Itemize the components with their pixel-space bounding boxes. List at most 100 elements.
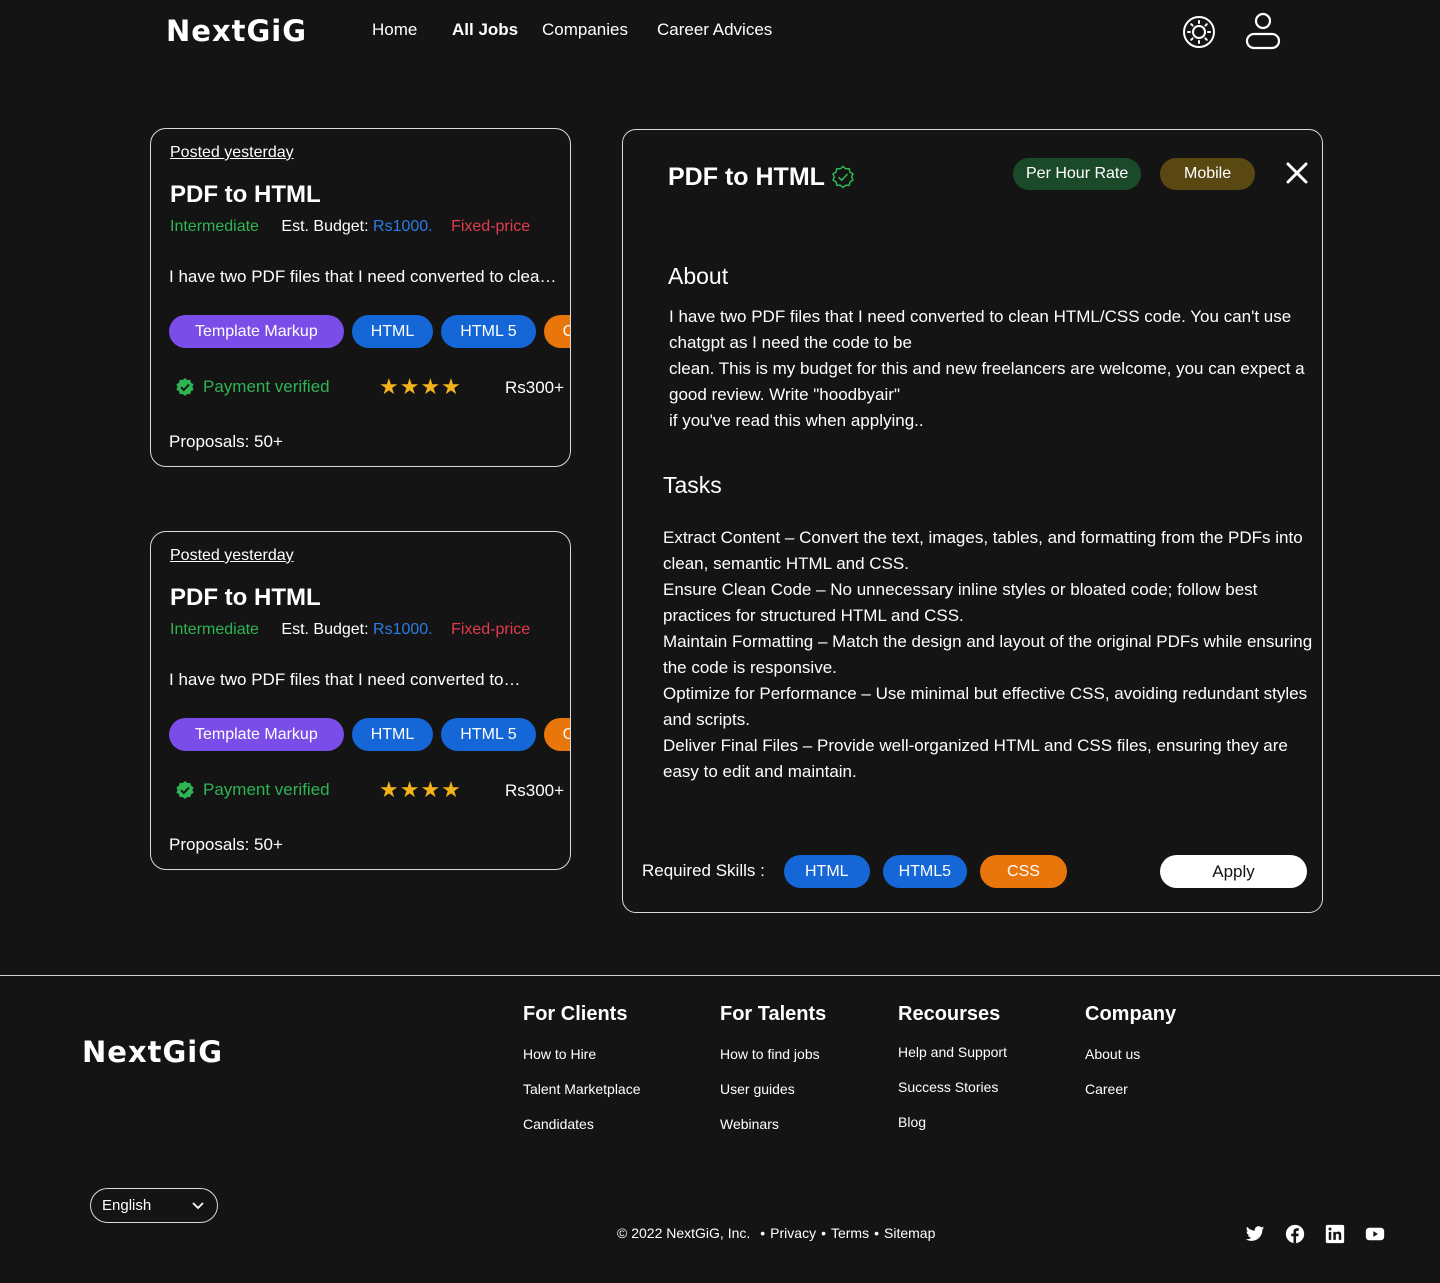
price-type: Fixed-price — [451, 218, 531, 235]
sun-icon[interactable] — [1179, 12, 1219, 52]
job-title[interactable]: PDF to HTML — [170, 584, 321, 612]
footer-link[interactable]: Webinars — [720, 1116, 826, 1132]
job-title[interactable]: PDF to HTML — [170, 181, 321, 209]
tag-template-markup[interactable]: Template Markup — [169, 718, 344, 751]
task-item: Extract Content – Convert the text, imag… — [663, 528, 1303, 573]
experience-level: Intermediate — [170, 218, 259, 235]
about-text: I have two PDF files that I need convert… — [669, 304, 1309, 434]
sitemap-link[interactable]: Sitemap — [884, 1225, 935, 1241]
task-item: Deliver Final Files – Provide well-organ… — [663, 736, 1288, 781]
proposals-count: Proposals: 50+ — [169, 835, 283, 854]
tag-css[interactable]: CSS — [543, 315, 570, 348]
about-heading: About — [668, 263, 729, 289]
footer-link[interactable]: About us — [1085, 1046, 1176, 1062]
tag-html5[interactable]: HTML 5 — [441, 315, 536, 348]
job-meta: Intermediate Est. Budget: Rs1000. Fixed-… — [170, 218, 530, 236]
footer-heading: Recourses — [898, 1003, 1001, 1025]
youtube-icon[interactable] — [1365, 1224, 1385, 1244]
tasks-heading: Tasks — [663, 472, 722, 498]
footer-link[interactable]: How to Hire — [523, 1046, 641, 1062]
privacy-link[interactable]: Privacy — [770, 1225, 816, 1241]
verified-badge-icon — [176, 378, 194, 396]
posted-date: Posted yesterday — [170, 547, 294, 564]
nav-companies[interactable]: Companies — [542, 20, 628, 40]
payment-verified-label: Payment verified — [203, 377, 330, 396]
footer-col-company: Company About us Career — [1085, 1003, 1176, 1116]
nav-all-jobs[interactable]: All Jobs — [452, 20, 518, 40]
tasks-list: Extract Content – Convert the text, imag… — [663, 525, 1313, 785]
skill-tags: Template MarkupHTMLHTML 5 CSS — [169, 718, 570, 751]
user-icon[interactable] — [1243, 10, 1283, 52]
footer-link[interactable]: Career — [1085, 1081, 1176, 1097]
payment-verified: Payment verified — [175, 377, 330, 397]
budget-value: Rs1000. — [373, 621, 433, 638]
language-select[interactable]: English — [90, 1188, 218, 1223]
footer-link[interactable]: How to find jobs — [720, 1046, 826, 1062]
footer-heading: For Clients — [523, 1003, 628, 1025]
footer-logo[interactable]: NextGiG — [82, 1035, 223, 1069]
twitter-icon[interactable] — [1245, 1224, 1265, 1244]
tag-html[interactable]: HTML — [351, 718, 434, 751]
detail-title: PDF to HTML — [668, 163, 825, 191]
nav-home[interactable]: Home — [372, 20, 417, 40]
footer-divider — [0, 975, 1440, 976]
job-description: I have two PDF files that I need convert… — [169, 670, 521, 689]
footer-link[interactable]: Blog — [898, 1114, 1007, 1130]
footer-link[interactable]: Success Stories — [898, 1079, 1007, 1095]
per-hour-rate-pill[interactable]: Per Hour Rate — [1013, 158, 1142, 190]
tag-html5[interactable]: HTML 5 — [441, 718, 536, 751]
separator: • — [874, 1225, 880, 1241]
nav-career-advices[interactable]: Career Advices — [657, 20, 772, 40]
separator: • — [760, 1225, 766, 1241]
skill-html5[interactable]: HTML5 — [882, 855, 968, 888]
about-line: I have two PDF files that I need convert… — [669, 307, 1292, 352]
proposals-count: Proposals: 50+ — [169, 432, 283, 451]
chevron-down-icon — [192, 1201, 204, 1209]
footer-link[interactable]: Help and Support — [898, 1044, 1007, 1060]
close-icon[interactable] — [1284, 160, 1310, 186]
verified-badge-icon — [176, 781, 194, 799]
copyright-text: © 2022 NextGiG, Inc. — [617, 1225, 751, 1241]
rating-stars: ★★★★ — [379, 374, 462, 399]
skill-html[interactable]: HTML — [784, 855, 870, 888]
footer-link[interactable]: Candidates — [523, 1116, 641, 1132]
job-card[interactable]: Posted yesterday PDF to HTML Intermediat… — [150, 128, 571, 467]
footer-heading: For Talents — [720, 1003, 827, 1025]
facebook-icon[interactable] — [1285, 1224, 1305, 1244]
about-line: if you've read this when applying.. — [669, 411, 924, 430]
required-skills: HTML HTML5 CSS — [784, 855, 1080, 888]
footer-link[interactable]: User guides — [720, 1081, 826, 1097]
rating-stars: ★★★★ — [379, 777, 462, 802]
spent-amount: Rs300+ — [505, 781, 565, 800]
job-detail-panel: PDF to HTML Per Hour Rate Mobile About I… — [622, 129, 1323, 913]
footer-col-clients: For Clients How to Hire Talent Marketpla… — [523, 1003, 641, 1151]
experience-level: Intermediate — [170, 621, 259, 638]
verified-badge-icon — [832, 165, 854, 189]
budget-label: Est. Budget: — [281, 218, 369, 235]
job-card[interactable]: Posted yesterday PDF to HTML Intermediat… — [150, 531, 571, 870]
tag-template-markup[interactable]: Template Markup — [169, 315, 344, 348]
price-type: Fixed-price — [451, 621, 531, 638]
footer-col-talents: For Talents How to find jobs User guides… — [720, 1003, 826, 1151]
apply-button[interactable]: Apply — [1160, 855, 1307, 888]
about-line: clean. This is my budget for this and ne… — [669, 359, 1305, 404]
required-skills-label: Required Skills : — [642, 861, 765, 880]
budget-label: Est. Budget: — [281, 621, 369, 638]
payment-verified: Payment verified — [175, 780, 330, 800]
task-item: Maintain Formatting – Match the design a… — [663, 632, 1313, 677]
language-value: English — [102, 1197, 152, 1214]
tag-html[interactable]: HTML — [351, 315, 434, 348]
mobile-category-pill[interactable]: Mobile — [1160, 158, 1256, 190]
linkedin-icon[interactable] — [1325, 1224, 1345, 1244]
task-item: Optimize for Performance – Use minimal b… — [663, 684, 1308, 729]
skill-css[interactable]: CSS — [980, 855, 1067, 888]
footer-heading: Company — [1085, 1003, 1177, 1025]
payment-verified-label: Payment verified — [203, 780, 330, 799]
footer-col-resources: Recourses Help and Support Success Stori… — [898, 1003, 1007, 1149]
tag-css[interactable]: CSS — [543, 718, 570, 751]
terms-link[interactable]: Terms — [831, 1225, 869, 1241]
budget-value: Rs1000. — [373, 218, 433, 235]
nextgig-logo[interactable]: NextGiG — [166, 14, 307, 48]
footer-link[interactable]: Talent Marketplace — [523, 1081, 641, 1097]
copyright-bar: © 2022 NextGiG, Inc. • Privacy • Terms • Sitem… — [617, 1225, 935, 1241]
